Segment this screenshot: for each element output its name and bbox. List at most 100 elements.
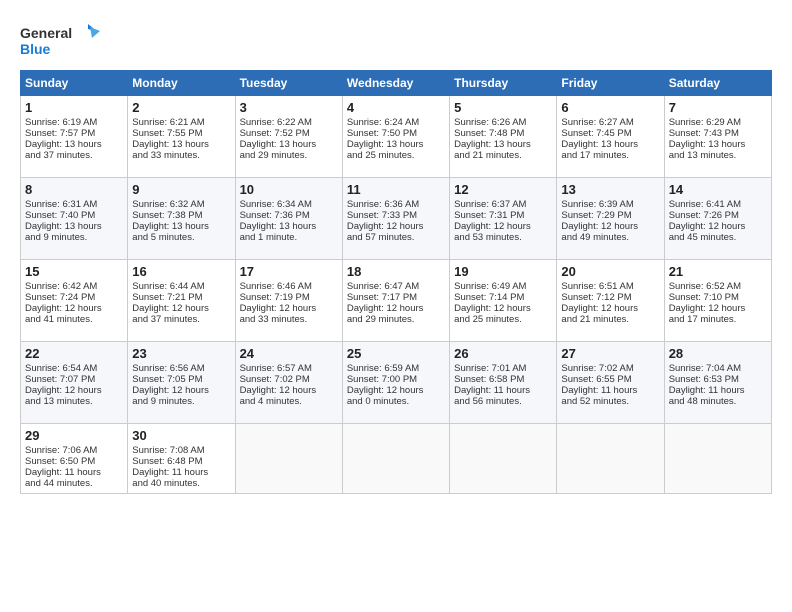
day-info-line: Sunrise: 6:19 AM [25,117,123,128]
day-number: 26 [454,346,552,361]
day-info-line: Sunrise: 6:42 AM [25,281,123,292]
day-number: 17 [240,264,338,279]
day-number: 8 [25,182,123,197]
calendar-cell: 8Sunrise: 6:31 AMSunset: 7:40 PMDaylight… [21,178,128,260]
day-info-line: Sunset: 7:02 PM [240,374,338,385]
day-number: 29 [25,428,123,443]
day-info-line: Sunrise: 6:49 AM [454,281,552,292]
calendar-cell: 23 Sunrise: 6:56 AMSunset: 7:05 PMDayligh… [128,342,235,424]
calendar-cell: 18Sunrise: 6:47 AMSunset: 7:17 PMDayligh… [342,260,449,342]
day-info-line: and 37 minutes. [132,314,230,325]
day-number: 2 [132,100,230,115]
day-info-line: and 53 minutes. [454,232,552,243]
day-info-line: Sunset: 7:43 PM [669,128,767,139]
calendar-cell: 2Sunrise: 6:21 AMSunset: 7:55 PMDaylight… [128,96,235,178]
logo-svg: General Blue [20,22,100,62]
day-info-line: Daylight: 12 hours [669,221,767,232]
day-info-line: and 49 minutes. [561,232,659,243]
day-number: 23 [132,346,230,361]
day-number: 20 [561,264,659,279]
week-row-2: 8Sunrise: 6:31 AMSunset: 7:40 PMDaylight… [21,178,772,260]
day-info-line: and 21 minutes. [561,314,659,325]
day-info-line: Daylight: 11 hours [132,467,230,478]
day-info-line: and 33 minutes. [132,150,230,161]
day-number: 11 [347,182,445,197]
day-info-line: Sunrise: 7:06 AM [25,445,123,456]
day-info-line: Daylight: 12 hours [454,303,552,314]
day-info-line: and 37 minutes. [25,150,123,161]
day-info-line: and 45 minutes. [669,232,767,243]
day-number: 25 [347,346,445,361]
day-info-line: Daylight: 13 hours [240,221,338,232]
day-info-line: Sunrise: 7:01 AM [454,363,552,374]
day-info-line: Sunrise: 6:24 AM [347,117,445,128]
day-info-line: Sunrise: 6:21 AM [132,117,230,128]
calendar-cell: 5Sunrise: 6:26 AMSunset: 7:48 PMDaylight… [450,96,557,178]
day-number: 13 [561,182,659,197]
day-info-line: and 33 minutes. [240,314,338,325]
day-info-line: and 1 minute. [240,232,338,243]
day-info-line: Sunset: 7:14 PM [454,292,552,303]
day-info-line: Daylight: 13 hours [25,221,123,232]
day-info-line: and 17 minutes. [561,150,659,161]
logo: General Blue [20,22,100,62]
day-info-line: Sunrise: 6:36 AM [347,199,445,210]
day-info-line: and 0 minutes. [347,396,445,407]
day-info-line: and 52 minutes. [561,396,659,407]
day-info-line: and 48 minutes. [669,396,767,407]
day-info-line: Sunrise: 6:39 AM [561,199,659,210]
calendar-table: SundayMondayTuesdayWednesdayThursdayFrid… [20,70,772,494]
day-info-line: and 9 minutes. [25,232,123,243]
day-number: 27 [561,346,659,361]
calendar-cell: 16Sunrise: 6:44 AMSunset: 7:21 PMDayligh… [128,260,235,342]
day-info-line: Sunrise: 6:56 AM [132,363,230,374]
day-number: 3 [240,100,338,115]
day-info-line: Sunrise: 6:34 AM [240,199,338,210]
calendar-cell: 11 Sunrise: 6:36 AMSunset: 7:33 PMDayligh… [342,178,449,260]
calendar-cell: 22Sunrise: 6:54 AMSunset: 7:07 PMDayligh… [21,342,128,424]
day-info-line: Sunrise: 7:02 AM [561,363,659,374]
day-info-line: Sunrise: 6:27 AM [561,117,659,128]
calendar-cell: 17Sunrise: 6:46 AMSunset: 7:19 PMDayligh… [235,260,342,342]
day-info-line: Sunrise: 7:08 AM [132,445,230,456]
calendar-page: General Blue SundayMondayTuesdayWednesda… [0,0,792,612]
day-info-line: Sunset: 6:48 PM [132,456,230,467]
day-info-line: Daylight: 13 hours [561,139,659,150]
day-info-line: and 41 minutes. [25,314,123,325]
calendar-body: 1Sunrise: 6:19 AMSunset: 7:57 PMDaylight… [21,96,772,494]
day-number: 12 [454,182,552,197]
day-info-line: Sunrise: 6:32 AM [132,199,230,210]
calendar-cell: 19 Sunrise: 6:49 AMSunset: 7:14 PMDayligh… [450,260,557,342]
day-info-line: and 40 minutes. [132,478,230,489]
weekday-header-row: SundayMondayTuesdayWednesdayThursdayFrid… [21,71,772,96]
day-number: 7 [669,100,767,115]
day-info-line: and 29 minutes. [240,150,338,161]
weekday-header-saturday: Saturday [664,71,771,96]
day-info-line: Daylight: 12 hours [347,221,445,232]
day-info-line: Sunrise: 7:04 AM [669,363,767,374]
day-info-line: Daylight: 12 hours [132,385,230,396]
calendar-cell: 24Sunrise: 6:57 AMSunset: 7:02 PMDayligh… [235,342,342,424]
day-info-line: Sunset: 7:24 PM [25,292,123,303]
day-number: 15 [25,264,123,279]
day-info-line: Sunset: 7:05 PM [132,374,230,385]
day-info-line: Daylight: 12 hours [347,385,445,396]
calendar-cell: 15Sunrise: 6:42 AMSunset: 7:24 PMDayligh… [21,260,128,342]
day-info-line: and 56 minutes. [454,396,552,407]
day-number: 10 [240,182,338,197]
week-row-4: 22Sunrise: 6:54 AMSunset: 7:07 PMDayligh… [21,342,772,424]
day-info-line: Daylight: 11 hours [561,385,659,396]
calendar-cell: 27Sunrise: 7:02 AMSunset: 6:55 PMDayligh… [557,342,664,424]
day-number: 19 [454,264,552,279]
day-info-line: Sunset: 7:33 PM [347,210,445,221]
weekday-header-wednesday: Wednesday [342,71,449,96]
day-number: 21 [669,264,767,279]
day-info-line: Daylight: 11 hours [454,385,552,396]
day-info-line: Daylight: 13 hours [25,139,123,150]
calendar-cell [664,424,771,494]
week-row-3: 15 Sunrise: 6:42 AMSunset: 7:24 PM Dayligh… [21,260,772,342]
day-info-line: and 57 minutes. [347,232,445,243]
day-info-line: Sunrise: 6:51 AM [561,281,659,292]
calendar-cell: 29Sunrise: 7:06 AMSunset: 6:50 PMDayligh… [21,424,128,494]
day-info-line: and 21 minutes. [454,150,552,161]
